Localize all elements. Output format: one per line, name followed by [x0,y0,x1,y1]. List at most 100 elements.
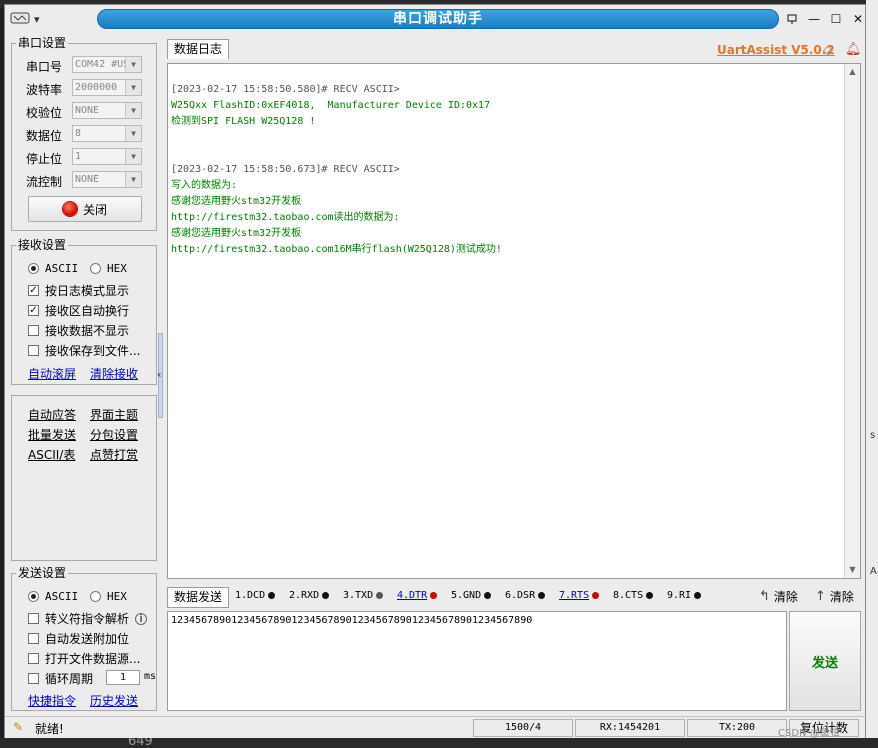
close-button[interactable]: ✕ [849,10,867,28]
auto-wrap-label: 接收区自动换行 [45,304,130,318]
send-settings-group: 发送设置 ASCII HEX 转义符指令解析 i 自动发送附加位 打开文件数据源.… [11,566,157,711]
log-line: [2023-02-17 15:58:50.580]# RECV ASCII> [171,84,400,95]
log-mode-label: 按日志模式显示 [45,284,130,298]
chevron-down-icon: ▼ [125,126,141,141]
log-line: 检测到SPI FLASH W25Q128 ! [171,116,316,127]
minimize-button[interactable]: — [805,10,823,28]
modem-pin-rxd: 2.RXD [289,590,330,601]
recv-hex-radio[interactable]: HEX [90,262,127,275]
chevron-down-icon: ▾ [34,12,40,26]
system-menu-button[interactable]: ▾ [10,11,50,27]
send-hex-label: HEX [107,590,127,603]
send-ascii-label: ASCII [45,590,79,603]
receive-settings-group: 接收设置 ASCII HEX ✓ 按日志模式显示 ✓ 接收区自动换行 接收数据不显示… [11,238,157,385]
loop-period-checkbox[interactable]: 循环周期 [28,670,93,687]
ascii-table-link[interactable]: ASCII/表 [28,446,75,463]
parity-value: NONE [75,105,100,116]
databits-label: 数据位 [26,129,63,143]
modem-pin-dcd: 1.DCD [235,590,276,601]
parity-select[interactable]: NONE ▼ [72,102,142,119]
pin-state-icon [646,592,654,599]
clear-send-button[interactable]: ↰ 清除 [759,588,798,605]
log-mode-checkbox[interactable]: ✓ 按日志模式显示 [28,282,129,299]
log-line: 感谢您选用野火stm32开发板 [171,196,302,207]
background-edge-text: s [870,430,876,441]
log-line: W25Qxx FlashID:0xEF4018, Manufacturer De… [171,100,491,111]
clear-all-label: 清除 [829,590,854,604]
group-title: 串口设置 [16,36,69,50]
file-source-checkbox[interactable]: 打开文件数据源... [28,650,140,667]
modem-pin-label: 2.RXD [289,590,320,601]
databits-select[interactable]: 8 ▼ [72,125,142,142]
send-hex-radio[interactable]: HEX [90,590,127,603]
send-button[interactable]: 发送 [789,611,861,711]
log-scrollbar[interactable]: ▲ ▼ [844,64,860,578]
escape-parse-checkbox[interactable]: 转义符指令解析 i [28,610,148,627]
modem-pin-rts[interactable]: 7.RTS [559,590,600,601]
checkbox-checked-icon: ✓ [28,305,39,316]
bell-icon[interactable]: 🔔︎ [845,42,862,57]
modem-pin-cts: 8.CTS [613,590,654,601]
recv-ascii-radio[interactable]: ASCII [28,262,78,275]
flow-select[interactable]: NONE ▼ [72,171,142,188]
save-to-file-checkbox[interactable]: 接收保存到文件... [28,342,140,359]
flow-label: 流控制 [26,175,63,189]
append-bits-checkbox[interactable]: 自动发送附加位 [28,630,129,647]
tab-data-send[interactable]: 数据发送 [167,587,230,608]
tab-data-log[interactable]: 数据日志 [167,39,230,59]
send-input[interactable]: 1234567890123456789012345678901234567890… [167,611,787,711]
pin-icon[interactable] [783,10,801,28]
modem-pin-dsr: 6.DSR [505,590,546,601]
send-ascii-radio[interactable]: ASCII [28,590,78,603]
receive-log[interactable]: [2023-02-17 15:58:50.580]# RECV ASCII> W2… [167,63,861,579]
clear-all-button[interactable]: ↑ 清除 [815,588,854,605]
radio-unselected-icon [90,591,101,602]
modem-pin-label: 4.DTR [397,590,428,601]
packet-settings-link[interactable]: 分包设置 [90,426,138,443]
diamond-icon[interactable]: ◇ [823,43,833,58]
ui-theme-link[interactable]: 界面主题 [90,406,138,423]
baud-select[interactable]: 2000000 ▼ [72,79,142,96]
status-tx: TX:200 [687,719,787,737]
open-close-port-button[interactable]: 关闭 [28,196,142,222]
scroll-up-icon[interactable]: ▲ [845,64,860,80]
modem-pin-gnd: 5.GND [451,590,492,601]
tip-link[interactable]: 点赞打赏 [90,446,138,463]
baud-value: 2000000 [75,82,118,93]
chevron-down-icon: ▼ [125,103,141,118]
auto-scroll-link[interactable]: 自动滚屏 [28,365,76,382]
auto-reply-link[interactable]: 自动应答 [28,406,76,423]
log-line: http://firestm32.taobao.com读出的数据为: [171,212,400,223]
batch-send-link[interactable]: 批量发送 [28,426,76,443]
checkbox-unchecked-icon [28,633,39,644]
history-link[interactable]: 历史发送 [90,692,138,709]
modem-pin-dtr[interactable]: 4.DTR [397,590,438,601]
up-arrow-icon: ↑ [815,589,826,604]
port-select[interactable]: COM42 #US ▼ [72,56,142,73]
scroll-down-icon[interactable]: ▼ [845,562,860,578]
info-icon[interactable]: i [135,612,148,625]
panel-splitter[interactable]: ‹ [157,43,164,713]
clear-send-label: 清除 [773,590,798,604]
modem-pin-label: 5.GND [451,590,482,601]
hide-recv-checkbox[interactable]: 接收数据不显示 [28,322,129,339]
background-window-edge [866,0,878,748]
shortcuts-link[interactable]: 快捷指令 [28,692,76,709]
brand-link[interactable]: UartAssist V5.0.2 [717,43,835,57]
collapse-left-icon[interactable]: ‹ [157,368,162,381]
serial-settings-group: 串口设置 串口号 COM42 #US ▼ 波特率 2000000 ▼ 校验位 NON… [11,36,157,231]
chevron-down-icon: ▼ [125,80,141,95]
status-ready: 就绪! [35,722,64,736]
stopbits-select[interactable]: 1 ▼ [72,148,142,165]
tools-group: 自动应答 界面主题 批量发送 分包设置 ASCII/表 点赞打赏 [11,395,157,561]
log-lines: [2023-02-17 15:58:50.580]# RECV ASCII> W2… [171,82,502,258]
recv-hex-label: HEX [107,262,127,275]
loop-period-label: 循环周期 [45,672,94,686]
period-input[interactable]: 1 [106,670,140,685]
clear-receive-link[interactable]: 清除接收 [90,365,138,382]
maximize-button[interactable]: ☐ [827,10,845,28]
auto-wrap-checkbox[interactable]: ✓ 接收区自动换行 [28,302,129,319]
chevron-down-icon: ▼ [125,149,141,164]
chevron-down-icon: ▼ [125,57,141,72]
